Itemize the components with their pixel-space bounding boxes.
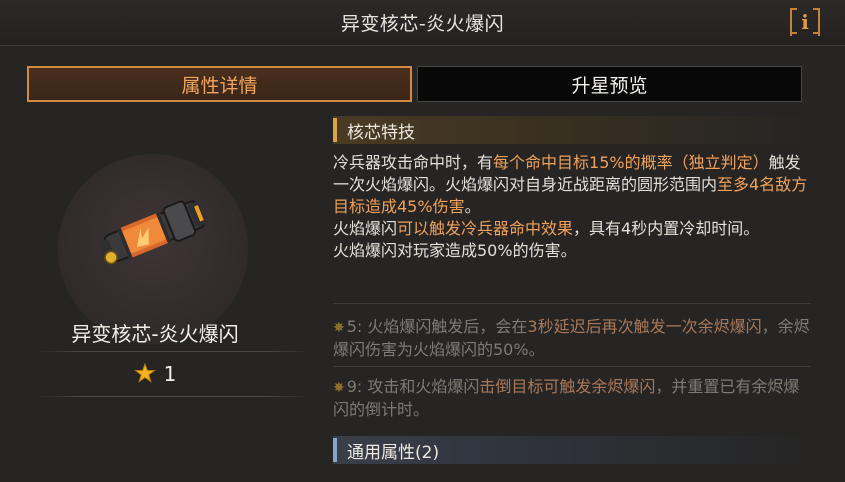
title-bar: 异变核芯-炎火爆闪 i [0, 0, 845, 46]
tab-label: 升星预览 [571, 74, 648, 97]
tab-attribute-details[interactable]: 属性详情 [27, 66, 412, 102]
desc-seg: 火焰爆闪 [333, 219, 398, 238]
section-title: 核芯特技 [347, 122, 415, 143]
desc-seg: 。 [464, 197, 481, 216]
tab-label: 属性详情 [181, 74, 258, 97]
desc-seg: ，具有4秒内置冷却时间。 [573, 219, 760, 238]
star-count: 1 [163, 362, 177, 386]
info-button[interactable]: i [790, 8, 820, 36]
tier-seg-highlight: 击倒目标可触发余烬爆闪 [479, 377, 656, 396]
tab-star-upgrade-preview[interactable]: 升星预览 [417, 66, 802, 102]
divider [333, 303, 811, 304]
star-level: 1 [0, 362, 310, 386]
star-9-effect: ✸ 9: 攻击和火焰爆闪击倒目标可触发余烬爆闪，并重置已有余烬爆闪的倒计时。 [333, 376, 813, 421]
star-icon [133, 363, 156, 383]
tier-seg: 5: 火焰爆闪触发后，会在 [346, 317, 528, 336]
desc-seg-highlight: 可以触发冷兵器命中效果 [397, 219, 574, 238]
general-attributes-heading[interactable]: 通用属性(2) [333, 436, 811, 464]
item-name: 异变核芯-炎火爆闪 [71, 322, 239, 346]
star-icon: ✸ [333, 320, 345, 336]
star-icon: ✸ [333, 380, 345, 396]
tier-seg: 9: 攻击和火焰爆闪 [346, 377, 480, 396]
desc-seg-highlight: 每个命中目标15%的概率（独立判定） [493, 153, 769, 172]
core-skill-heading: 核芯特技 [333, 116, 811, 144]
section-title: 通用属性(2) [347, 442, 440, 463]
divider [38, 396, 310, 397]
desc-seg: 火焰爆闪对玩家造成50%的伤害。 [333, 241, 577, 260]
core-skill-description: 冷兵器攻击命中时，有每个命中目标15%的概率（独立判定）触发一次火焰爆闪。火焰爆… [333, 152, 813, 262]
tier-seg-highlight: 3秒延迟后再次触发一次余烬爆闪 [527, 317, 762, 336]
divider [38, 351, 310, 352]
divider [333, 366, 811, 367]
page-title: 异变核芯-炎火爆闪 [340, 13, 505, 35]
info-icon: i [801, 10, 809, 34]
star-5-effect: ✸ 5: 火焰爆闪触发后，会在3秒延迟后再次触发一次余烬爆闪，余烬爆闪伤害为火焰爆… [333, 316, 813, 361]
desc-seg: 冷兵器攻击命中时，有 [333, 153, 494, 172]
incendiary-core-icon [99, 200, 207, 265]
